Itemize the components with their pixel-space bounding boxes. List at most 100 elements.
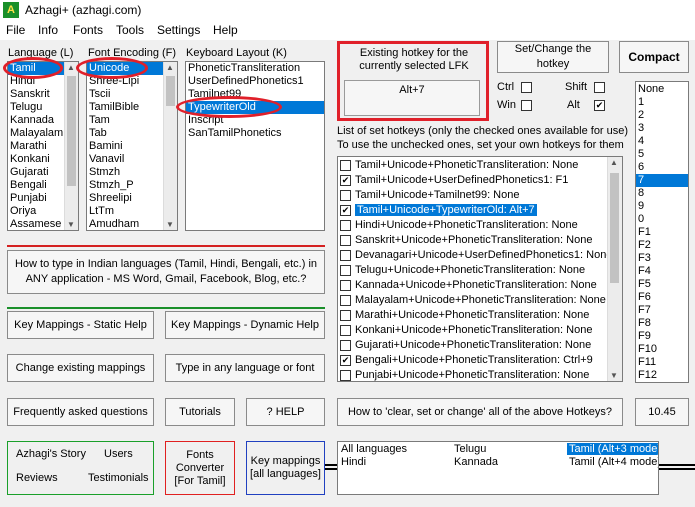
change-mappings-button[interactable]: Change existing mappings bbox=[7, 354, 154, 382]
ctrl-checkbox[interactable] bbox=[521, 82, 532, 93]
hotkeys-scrollbar[interactable]: ▲ ▼ bbox=[607, 157, 622, 381]
key-item[interactable]: F4 bbox=[636, 265, 688, 278]
dynamic-help-button[interactable]: Key Mappings - Dynamic Help bbox=[165, 311, 325, 339]
hotkey-row[interactable]: Marathi+Unicode+PhoneticTransliteration:… bbox=[338, 308, 622, 323]
how-to-hotkeys-button[interactable]: How to 'clear, set or change' all of the… bbox=[337, 398, 623, 426]
menu-settings[interactable]: Settings bbox=[157, 23, 200, 37]
list-item[interactable]: SanTamilPhonetics bbox=[186, 127, 324, 140]
key-item[interactable]: F6 bbox=[636, 291, 688, 304]
key-item[interactable]: 8 bbox=[636, 187, 688, 200]
hotkey-row[interactable]: Punjabi+Unicode+PhoneticTransliteration:… bbox=[338, 368, 622, 381]
version-button[interactable]: 10.45 bbox=[635, 398, 689, 426]
scroll-up-icon[interactable]: ▲ bbox=[610, 158, 618, 167]
hotkey-checkbox[interactable] bbox=[340, 370, 351, 381]
key-item[interactable]: F1 bbox=[636, 226, 688, 239]
tutorials-button[interactable]: Tutorials bbox=[165, 398, 235, 426]
hotkey-keys-list[interactable]: None 1 2 3 4 5 6 7 8 9 0 F1 F2 F3 F4 F5 F6 F7 F8 F9 F10 F11 F1… bbox=[635, 81, 689, 383]
hotkey-row[interactable]: ✔ Tamil+Unicode+TypewriterOld: Alt+7 bbox=[338, 203, 622, 218]
key-item[interactable]: F10 bbox=[636, 343, 688, 356]
how-to-type-button[interactable]: How to type in Indian languages (Tamil, … bbox=[7, 250, 325, 294]
static-help-button[interactable]: Key Mappings - Static Help bbox=[7, 311, 154, 339]
alt-checkbox[interactable]: ✔ bbox=[594, 100, 605, 111]
scroll-down-icon[interactable]: ▼ bbox=[166, 220, 174, 229]
scroll-thumb[interactable] bbox=[67, 76, 76, 186]
hotkey-row[interactable]: Tamil+Unicode+PhoneticTransliteration: N… bbox=[338, 158, 622, 173]
menu-help[interactable]: Help bbox=[213, 23, 238, 37]
key-item[interactable]: 0 bbox=[636, 213, 688, 226]
key-item[interactable]: 3 bbox=[636, 122, 688, 135]
key-item[interactable]: F9 bbox=[636, 330, 688, 343]
hotkey-checkbox[interactable]: ✔ bbox=[340, 355, 351, 366]
hotkeys-list[interactable]: Tamil+Unicode+PhoneticTransliteration: N… bbox=[337, 156, 623, 382]
testimonials-link[interactable]: Testimonials bbox=[88, 472, 149, 484]
menu-file[interactable]: File bbox=[6, 23, 25, 37]
hotkey-row[interactable]: Tamil+Unicode+Tamilnet99: None bbox=[338, 188, 622, 203]
key-item[interactable]: 4 bbox=[636, 135, 688, 148]
scroll-up-icon[interactable]: ▲ bbox=[166, 63, 174, 72]
hotkey-checkbox[interactable]: ✔ bbox=[340, 175, 351, 186]
key-item[interactable]: F3 bbox=[636, 252, 688, 265]
set-hotkey-button[interactable]: Set/Change the hotkey bbox=[497, 41, 609, 73]
faq-button[interactable]: Frequently asked questions bbox=[7, 398, 154, 426]
key-item[interactable]: 9 bbox=[636, 200, 688, 213]
mode-item-selected[interactable]: Tamil (Alt+3 mode) bbox=[567, 443, 658, 455]
list-item[interactable]: UserDefinedPhonetics1 bbox=[186, 75, 324, 88]
scroll-down-icon[interactable]: ▼ bbox=[67, 220, 75, 229]
keyboard-layout-list[interactable]: PhoneticTransliteration UserDefinedPhone… bbox=[185, 61, 325, 231]
win-checkbox[interactable] bbox=[521, 100, 532, 111]
hotkey-row[interactable]: Telugu+Unicode+PhoneticTransliteration: … bbox=[338, 263, 622, 278]
key-item[interactable]: F12 bbox=[636, 369, 688, 382]
hotkey-row[interactable]: ✔ Bengali+Unicode+PhoneticTransliteration… bbox=[338, 353, 622, 368]
reviews-link[interactable]: Reviews bbox=[16, 472, 58, 484]
hotkey-checkbox[interactable] bbox=[340, 310, 351, 321]
hotkey-checkbox[interactable] bbox=[340, 190, 351, 201]
key-item[interactable]: 2 bbox=[636, 109, 688, 122]
hotkey-checkbox[interactable]: ✔ bbox=[340, 205, 351, 216]
key-item[interactable]: 7 bbox=[636, 174, 688, 187]
hotkey-checkbox[interactable] bbox=[340, 280, 351, 291]
list-item[interactable]: PhoneticTransliteration bbox=[186, 62, 324, 75]
mode-item[interactable]: Kannada bbox=[454, 456, 498, 468]
hotkey-checkbox[interactable] bbox=[340, 340, 351, 351]
users-link[interactable]: Users bbox=[104, 448, 133, 460]
hotkey-row[interactable]: Kannada+Unicode+PhoneticTransliteration:… bbox=[338, 278, 622, 293]
scroll-thumb[interactable] bbox=[610, 173, 619, 283]
scroll-up-icon[interactable]: ▲ bbox=[67, 63, 75, 72]
hotkey-row[interactable]: Malayalam+Unicode+PhoneticTransliteratio… bbox=[338, 293, 622, 308]
language-list[interactable]: Tamil Hindi Sanskrit Telugu Kannada Mala… bbox=[7, 61, 79, 231]
key-item[interactable]: F5 bbox=[636, 278, 688, 291]
key-item[interactable]: 5 bbox=[636, 148, 688, 161]
hotkey-row[interactable]: Hindi+Unicode+PhoneticTransliteration: N… bbox=[338, 218, 622, 233]
hotkey-row[interactable]: Gujarati+Unicode+PhoneticTransliteration… bbox=[338, 338, 622, 353]
key-item[interactable]: 6 bbox=[636, 161, 688, 174]
mode-list[interactable]: All languages Telugu Tamil (Alt+3 mode) … bbox=[337, 441, 659, 495]
key-item[interactable]: 1 bbox=[636, 96, 688, 109]
key-item[interactable]: F8 bbox=[636, 317, 688, 330]
key-mappings-all-button[interactable]: Key mappings [all languages] bbox=[246, 441, 325, 495]
key-item[interactable]: F7 bbox=[636, 304, 688, 317]
story-link[interactable]: Azhagi's Story bbox=[16, 448, 86, 460]
menu-info[interactable]: Info bbox=[38, 23, 58, 37]
key-item[interactable]: F11 bbox=[636, 356, 688, 369]
hotkey-row[interactable]: ✔ Tamil+Unicode+UserDefinedPhonetics1: F1 bbox=[338, 173, 622, 188]
mode-item[interactable]: Hindi bbox=[341, 456, 366, 468]
hotkey-checkbox[interactable] bbox=[340, 235, 351, 246]
hotkey-row[interactable]: Konkani+Unicode+PhoneticTransliteration:… bbox=[338, 323, 622, 338]
key-item[interactable]: F2 bbox=[636, 239, 688, 252]
encoding-list[interactable]: Unicode Shree-Lipi Tscii TamilBible Tam … bbox=[86, 61, 178, 231]
language-scrollbar[interactable]: ▲ ▼ bbox=[64, 62, 78, 230]
help-button[interactable]: ? HELP bbox=[246, 398, 325, 426]
hotkey-row[interactable]: Devanagari+Unicode+UserDefinedPhonetics1… bbox=[338, 248, 622, 263]
shift-checkbox[interactable] bbox=[594, 82, 605, 93]
menu-tools[interactable]: Tools bbox=[116, 23, 144, 37]
hotkey-checkbox[interactable] bbox=[340, 295, 351, 306]
scroll-thumb[interactable] bbox=[166, 76, 175, 106]
fonts-converter-button[interactable]: Fonts Converter [For Tamil] bbox=[165, 441, 235, 495]
hotkey-row[interactable]: Sanskrit+Unicode+PhoneticTransliteration… bbox=[338, 233, 622, 248]
type-any-language-button[interactable]: Type in any language or font bbox=[165, 354, 325, 382]
mode-item[interactable]: All languages bbox=[341, 443, 407, 455]
mode-item[interactable]: Telugu bbox=[454, 443, 486, 455]
hotkey-checkbox[interactable] bbox=[340, 325, 351, 336]
compact-button[interactable]: Compact bbox=[619, 41, 689, 73]
hotkey-checkbox[interactable] bbox=[340, 265, 351, 276]
